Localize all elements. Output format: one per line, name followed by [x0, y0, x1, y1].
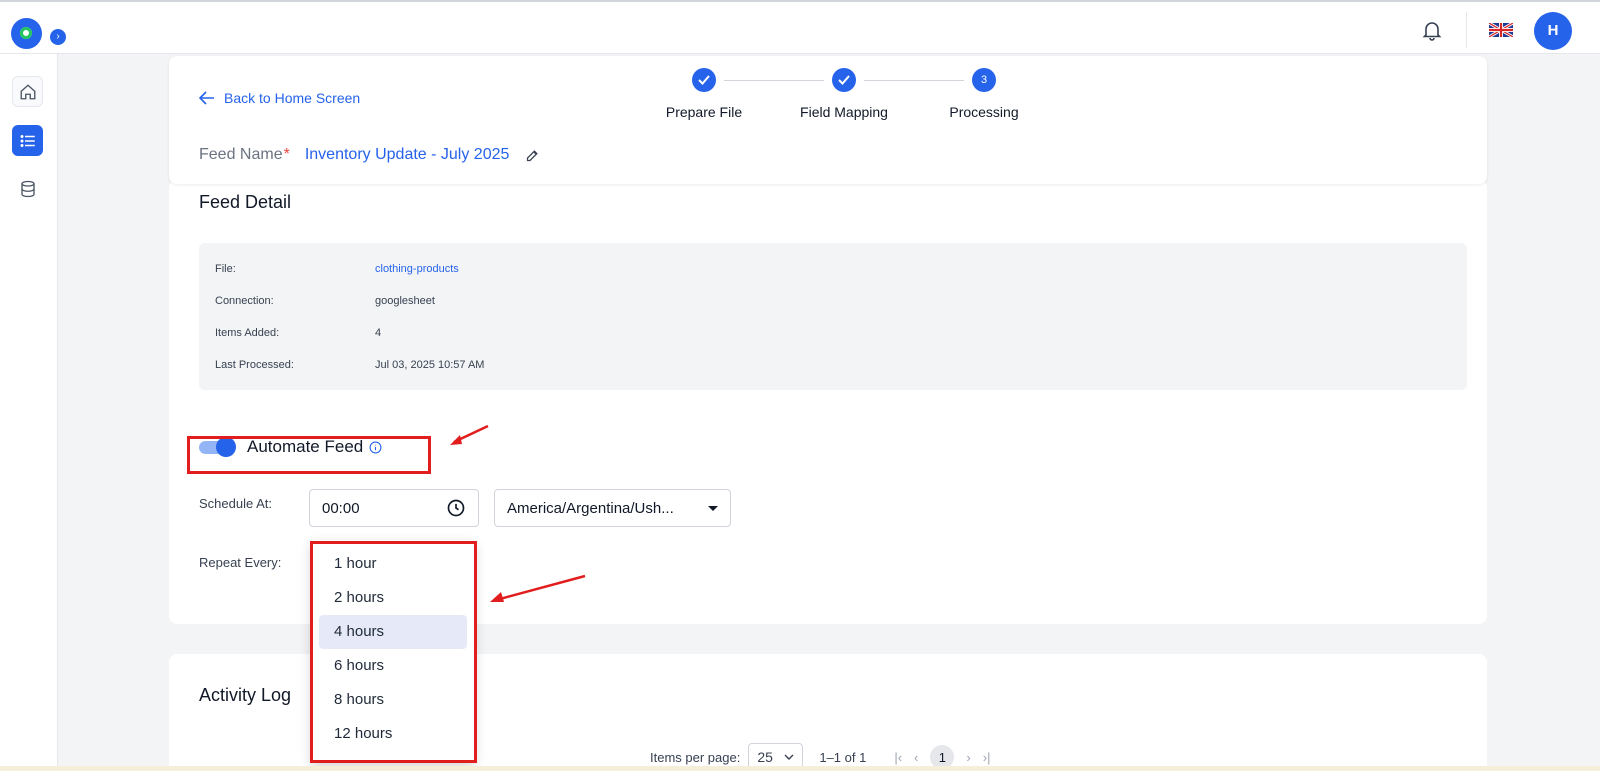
- step-label: Prepare File: [665, 104, 743, 120]
- top-bar: › H: [0, 0, 1600, 54]
- page-range: 1–1 of 1: [819, 749, 867, 765]
- user-avatar[interactable]: H: [1534, 12, 1572, 50]
- file-link[interactable]: clothing-products: [375, 263, 459, 275]
- previous-page-icon[interactable]: ‹: [914, 750, 918, 765]
- arrow-left-icon: [199, 91, 214, 105]
- annotation-arrow-icon: [490, 574, 586, 602]
- home-icon: [20, 83, 35, 99]
- detail-value: googlesheet: [375, 295, 435, 307]
- schedule-time-value: 00:00: [322, 499, 360, 517]
- next-page-icon[interactable]: ›: [966, 750, 970, 765]
- detail-key: Items Added:: [215, 327, 280, 339]
- detail-row-file: File: clothing-products: [215, 263, 459, 275]
- step-field-mapping[interactable]: Field Mapping: [774, 68, 914, 120]
- feed-detail-title: Feed Detail: [199, 192, 292, 212]
- annotation-box-repeat-options: [310, 541, 477, 763]
- notification-bell-icon[interactable]: [1420, 18, 1444, 42]
- sidebar: [0, 54, 58, 771]
- last-page-icon[interactable]: ›|: [983, 750, 991, 765]
- items-per-page-label: Items per page:: [650, 749, 741, 765]
- caret-down-icon: [708, 505, 718, 511]
- items-per-page-value: 25: [757, 749, 773, 765]
- feed-header-card: Back to Home Screen Prepare File Field M…: [169, 56, 1487, 184]
- uk-flag-icon[interactable]: [1489, 23, 1513, 37]
- back-link-label: Back to Home Screen: [224, 90, 361, 106]
- expand-sidebar-button[interactable]: ›: [50, 29, 66, 45]
- database-icon: [20, 180, 35, 197]
- detail-key: File:: [215, 263, 236, 275]
- detail-row-items-added: Items Added: 4: [215, 327, 381, 339]
- topbar-divider: [1466, 12, 1467, 48]
- detail-row-connection: Connection: googlesheet: [215, 295, 435, 307]
- schedule-time-input[interactable]: 00:00: [309, 489, 479, 527]
- detail-key: Connection:: [215, 295, 274, 307]
- annotation-arrow-icon: [450, 424, 489, 445]
- feed-name-value[interactable]: Inventory Update - July 2025: [305, 146, 510, 164]
- detail-key: Last Processed:: [215, 359, 294, 371]
- clock-icon[interactable]: [446, 498, 466, 518]
- progress-stepper: Prepare File Field Mapping 3 Processing: [639, 68, 1019, 128]
- chevron-down-icon: [784, 754, 794, 760]
- timezone-value: America/Argentina/Ush...: [507, 499, 674, 517]
- step-label: Processing: [949, 104, 1019, 120]
- list-icon: [20, 134, 35, 147]
- sidebar-item-database[interactable]: [12, 173, 43, 204]
- sidebar-item-feeds[interactable]: [12, 125, 43, 156]
- first-page-icon[interactable]: |‹: [894, 750, 902, 765]
- feed-name-row: Feed Name * Inventory Update - July 2025: [199, 146, 540, 164]
- repeat-every-label: Repeat Every:: [199, 555, 282, 570]
- detail-row-last-processed: Last Processed: Jul 03, 2025 10:57 AM: [215, 359, 484, 371]
- app-logo[interactable]: [11, 18, 42, 49]
- detail-value: 4: [375, 327, 382, 339]
- timezone-select[interactable]: America/Argentina/Ush...: [494, 489, 731, 527]
- step-number: 3: [972, 68, 996, 92]
- step-prepare-file[interactable]: Prepare File: [634, 68, 774, 120]
- detail-value: Jul 03, 2025 10:57 AM: [375, 359, 485, 371]
- check-icon: [692, 68, 716, 92]
- feed-name-label: Feed Name: [199, 146, 283, 163]
- schedule-at-label: Schedule At:: [199, 496, 272, 511]
- feed-detail-box: File: clothing-products Connection: goog…: [199, 243, 1467, 390]
- step-processing[interactable]: 3 Processing: [914, 68, 1054, 120]
- step-label: Field Mapping: [800, 104, 888, 120]
- back-to-home-link[interactable]: Back to Home Screen: [199, 90, 360, 106]
- activity-log-title: Activity Log: [199, 685, 292, 705]
- edit-pencil-icon[interactable]: [525, 148, 540, 163]
- annotation-box-automate: [187, 436, 431, 474]
- sidebar-item-home[interactable]: [12, 76, 43, 107]
- bottom-strip: [0, 766, 1600, 771]
- check-icon: [832, 68, 856, 92]
- required-mark: *: [283, 146, 290, 163]
